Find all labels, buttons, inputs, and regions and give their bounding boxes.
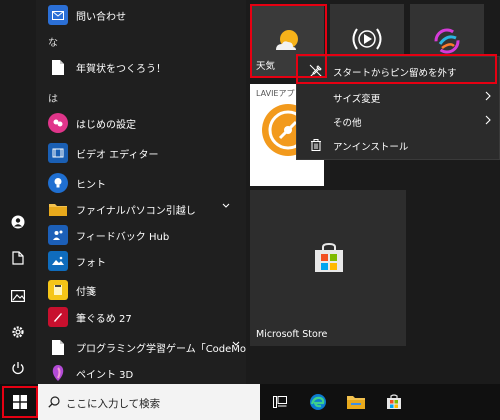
start-left-rail bbox=[0, 0, 36, 384]
tile-label: Microsoft Store bbox=[256, 329, 328, 340]
store-tile[interactable]: Microsoft Store bbox=[250, 190, 406, 346]
search-box[interactable]: ここに入力して検索 bbox=[38, 384, 260, 420]
task-view-button[interactable] bbox=[262, 384, 298, 420]
start-button[interactable] bbox=[2, 384, 38, 420]
edge-icon bbox=[310, 394, 326, 410]
list-item[interactable]: 問い合わせ bbox=[36, 0, 246, 30]
app-label: ファイナルパソコン引越し bbox=[76, 206, 196, 217]
settings-button[interactable] bbox=[0, 314, 36, 350]
list-item[interactable]: ビデオ エディター bbox=[36, 138, 246, 168]
app-label: 付箋 bbox=[76, 287, 96, 298]
chevron-right-icon bbox=[485, 91, 491, 101]
chevron-down-icon[interactable] bbox=[222, 203, 230, 209]
context-menu: スタートからピン留めを外す サイズ変更 その他 アンインストール bbox=[296, 56, 500, 160]
gear-icon bbox=[12, 326, 24, 338]
weather-icon bbox=[276, 30, 298, 50]
menu-item-uninstall[interactable]: アンインストール bbox=[297, 133, 500, 157]
menu-item-label: スタートからピン留めを外す bbox=[333, 68, 457, 79]
feedback-icon bbox=[48, 225, 68, 245]
menu-item-unpin[interactable]: スタートからピン留めを外す bbox=[297, 59, 500, 83]
app-label: ペイント 3D bbox=[76, 370, 134, 381]
file-explorer-icon bbox=[347, 396, 365, 409]
menu-item-resize[interactable]: サイズ変更 bbox=[297, 85, 500, 109]
documents-button[interactable] bbox=[0, 240, 36, 276]
user-icon bbox=[11, 215, 25, 229]
list-item[interactable]: ペイント 3D bbox=[36, 358, 246, 384]
trash-icon bbox=[311, 139, 321, 151]
app-label: 筆ぐるめ 27 bbox=[76, 314, 132, 325]
app-label: 年賀状をつくろう！ bbox=[76, 64, 166, 75]
app-list: 問い合わせ な 年賀状をつくろう！ は はじめの設定 ビデオ エディター ヒント… bbox=[36, 0, 246, 384]
document-icon bbox=[12, 251, 24, 265]
mail-icon bbox=[48, 5, 68, 25]
section-header-na[interactable]: な bbox=[48, 34, 58, 49]
sticky-notes-icon bbox=[48, 280, 68, 300]
chevron-right-icon bbox=[485, 115, 491, 125]
app-label: ビデオ エディター bbox=[76, 150, 159, 161]
file-explorer-button[interactable] bbox=[338, 384, 374, 420]
app-label: 問い合わせ bbox=[76, 12, 126, 23]
document-icon bbox=[48, 57, 68, 77]
store-button[interactable] bbox=[376, 384, 412, 420]
list-item[interactable]: 付箋 bbox=[36, 275, 246, 305]
chevron-down-icon[interactable] bbox=[232, 341, 240, 347]
list-item[interactable]: はじめの設定 bbox=[36, 108, 246, 138]
media-icon bbox=[352, 28, 382, 50]
fudegurume-icon bbox=[48, 307, 68, 327]
menu-item-more[interactable]: その他 bbox=[297, 109, 500, 133]
store-icon bbox=[315, 242, 343, 272]
taskbar: ここに入力して検索 bbox=[0, 384, 500, 420]
menu-item-label: その他 bbox=[333, 118, 362, 129]
list-item[interactable]: フォト bbox=[36, 246, 246, 276]
app-label: フォト bbox=[76, 258, 106, 269]
app-label: ヒント bbox=[76, 180, 106, 191]
power-icon bbox=[12, 362, 24, 375]
edge-button[interactable] bbox=[300, 384, 336, 420]
windows-logo-icon bbox=[13, 395, 27, 409]
tile-label: 天気 bbox=[256, 61, 276, 72]
app-label: フィードバック Hub bbox=[76, 232, 170, 243]
search-placeholder: ここに入力して検索 bbox=[66, 398, 161, 410]
list-item[interactable]: 年賀状をつくろう！ bbox=[36, 52, 246, 82]
paint3d-icon bbox=[48, 363, 68, 383]
pictures-icon bbox=[11, 290, 25, 302]
folder-icon bbox=[48, 199, 68, 219]
section-header-ha[interactable]: は bbox=[48, 90, 58, 105]
photos-icon bbox=[48, 251, 68, 271]
pictures-button[interactable] bbox=[0, 278, 36, 314]
task-view-icon bbox=[273, 396, 287, 408]
document-icon bbox=[48, 337, 68, 357]
menu-item-label: アンインストール bbox=[333, 142, 409, 153]
app-label: プログラミング学習ゲーム「CodeMonkey」 bbox=[76, 344, 246, 355]
setup-icon bbox=[48, 113, 68, 133]
store-icon bbox=[387, 394, 401, 409]
video-editor-icon bbox=[48, 143, 68, 163]
menu-item-label: サイズ変更 bbox=[333, 94, 381, 105]
app-label: はじめの設定 bbox=[76, 120, 136, 131]
power-button[interactable] bbox=[0, 350, 36, 386]
tips-icon bbox=[48, 173, 68, 193]
search-icon bbox=[48, 396, 60, 408]
unpin-icon bbox=[309, 64, 323, 78]
user-account-button[interactable] bbox=[0, 204, 36, 240]
list-item[interactable]: 筆ぐるめ 27 bbox=[36, 302, 246, 332]
sketch-icon bbox=[434, 28, 460, 54]
